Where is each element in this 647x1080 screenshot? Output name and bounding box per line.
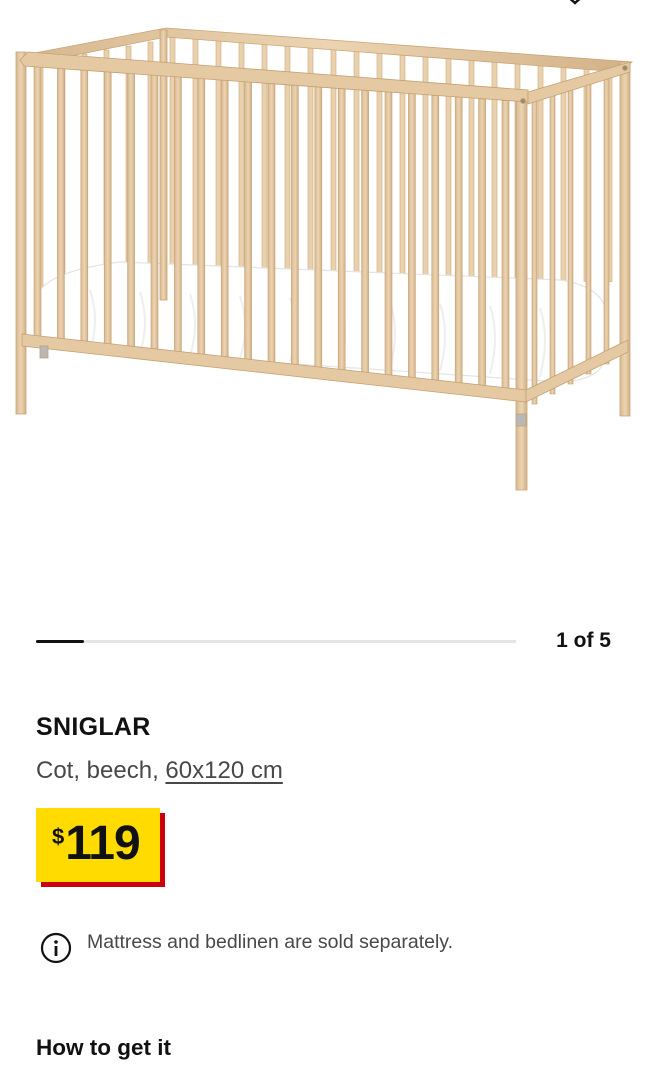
crib-front-slat bbox=[150, 74, 159, 356]
crib-front-slat bbox=[384, 91, 393, 384]
crib-front-slat bbox=[80, 68, 89, 347]
price-amount: 119 bbox=[65, 817, 140, 870]
crib-front-slat bbox=[454, 96, 463, 392]
crib-front-slat bbox=[174, 75, 182, 359]
crib-post-front-left bbox=[15, 51, 27, 415]
crib-front-slat bbox=[244, 81, 252, 367]
crib-post-back-right bbox=[619, 61, 631, 417]
crib-bolt bbox=[622, 65, 628, 71]
crib-front-slat bbox=[314, 86, 323, 375]
notice-text: Mattress and bedlinen are sold separatel… bbox=[87, 931, 454, 953]
crib-front-slat bbox=[478, 98, 486, 395]
crib-side-slat-right bbox=[603, 67, 610, 365]
crib-front-slat bbox=[33, 65, 42, 342]
crib-front-slat bbox=[267, 82, 276, 370]
price-currency: $ bbox=[52, 824, 65, 849]
crib-front-slat bbox=[127, 72, 135, 353]
crib-base-support bbox=[39, 345, 49, 359]
crib-front-slat bbox=[337, 88, 346, 378]
crib-front-slat bbox=[291, 84, 299, 373]
product-name: SNIGLAR bbox=[36, 713, 151, 741]
product-price: $ 119 bbox=[52, 816, 141, 872]
gallery-progress-fill bbox=[36, 640, 84, 643]
crib-front-slat bbox=[57, 67, 65, 345]
crib-front-slat bbox=[103, 70, 112, 350]
product-description: Cot, beech, 60x120 cm bbox=[36, 757, 283, 785]
price-badge: $ 119 bbox=[36, 808, 160, 882]
crib-front-slat bbox=[501, 100, 510, 398]
crib-side-slat-right bbox=[549, 88, 556, 395]
crib-front-slat bbox=[361, 89, 369, 381]
gallery-progress-bar bbox=[36, 640, 516, 643]
crib-side-slat-right bbox=[531, 95, 538, 405]
product-size-link[interactable]: 60x120 cm bbox=[165, 757, 282, 784]
product-type: Cot, beech, bbox=[36, 757, 166, 784]
product-image[interactable] bbox=[0, 0, 647, 560]
crib-post-front-right bbox=[515, 97, 528, 491]
gallery-counter: 1 of 5 bbox=[556, 629, 611, 652]
crib-bolt bbox=[520, 98, 526, 104]
crib-side-slat-right bbox=[585, 74, 592, 375]
crib-back-slat bbox=[560, 66, 567, 282]
crib-front-slat bbox=[197, 77, 206, 361]
info-icon bbox=[40, 932, 72, 964]
crib-front-slat bbox=[220, 79, 229, 364]
crib-front-slat bbox=[408, 93, 416, 387]
crib-side-slat-right bbox=[567, 81, 574, 385]
crib-front-slat bbox=[431, 95, 440, 389]
crib-base-support bbox=[515, 413, 527, 427]
how-to-get-it-heading[interactable]: How to get it bbox=[36, 1035, 171, 1061]
